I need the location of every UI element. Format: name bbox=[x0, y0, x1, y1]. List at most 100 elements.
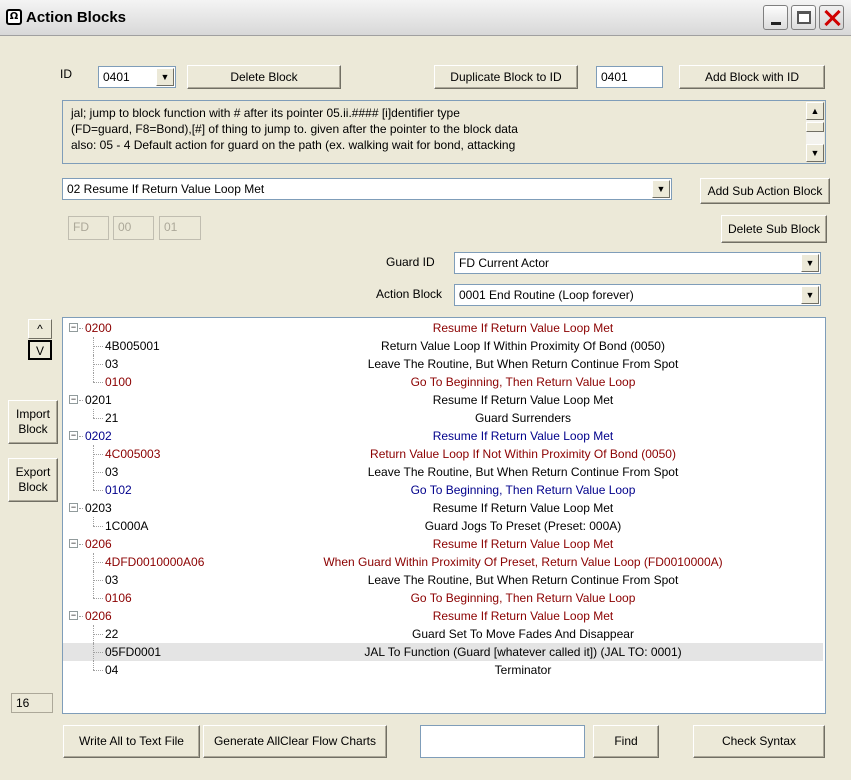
tree-sub-row[interactable]: 4C005003 Return Value Loop If Not Within … bbox=[63, 445, 823, 463]
id-select-value: 0401 bbox=[103, 70, 130, 84]
tree-sub-row[interactable]: 0100 Go To Beginning, Then Return Value L… bbox=[63, 373, 823, 391]
search-input[interactable] bbox=[420, 725, 585, 758]
tree-sub-row[interactable]: 21 Guard Surrenders bbox=[63, 409, 823, 427]
collapse-icon[interactable]: − bbox=[69, 431, 78, 440]
tree-connector bbox=[93, 382, 103, 383]
description-textarea[interactable]: jal; jump to block function with # after… bbox=[62, 100, 826, 164]
tree-code: 05FD0001 bbox=[105, 645, 162, 659]
tree-code: 1C000A bbox=[105, 519, 149, 533]
tree-sub-row[interactable]: 4B005001 Return Value Loop If Within Prox… bbox=[63, 337, 823, 355]
delete-sub-block-button[interactable]: Delete Sub Block bbox=[721, 215, 827, 243]
tree-description: Resume If Return Value Loop Met bbox=[432, 501, 614, 515]
tree-description: Resume If Return Value Loop Met bbox=[432, 537, 614, 551]
app-icon[interactable]: Ω bbox=[6, 9, 22, 25]
tree-block-row[interactable]: −0206 Resume If Return Value Loop Met bbox=[63, 607, 823, 625]
param-field-3[interactable]: 01 bbox=[159, 216, 201, 240]
tree-block-row[interactable]: −0203 Resume If Return Value Loop Met bbox=[63, 499, 823, 517]
id-select[interactable]: 0401 ▼ bbox=[98, 66, 176, 88]
tree-connector bbox=[79, 616, 83, 617]
tree-sub-row[interactable]: 0102 Go To Beginning, Then Return Value L… bbox=[63, 481, 823, 499]
block-count: 16 bbox=[11, 693, 53, 713]
tree-sub-row[interactable]: 22 Guard Set To Move Fades And Disappear bbox=[63, 625, 823, 643]
add-block-button[interactable]: Add Block with ID bbox=[679, 65, 825, 89]
tree-code: 0206 bbox=[85, 537, 112, 551]
sub-action-select-value: 02 Resume If Return Value Loop Met bbox=[67, 182, 265, 196]
tree-code: 0100 bbox=[105, 375, 132, 389]
scroll-thumb[interactable] bbox=[806, 122, 824, 132]
tree-description: Go To Beginning, Then Return Value Loop bbox=[410, 375, 636, 389]
write-all-button[interactable]: Write All to Text File bbox=[63, 725, 200, 758]
tree-description: Leave The Routine, But When Return Conti… bbox=[367, 573, 679, 587]
chevron-down-icon[interactable]: ▼ bbox=[652, 180, 670, 198]
chevron-down-icon[interactable]: ▼ bbox=[156, 68, 174, 86]
scroll-down-icon[interactable]: ▼ bbox=[806, 144, 824, 162]
tree-connector bbox=[93, 517, 94, 526]
delete-block-button[interactable]: Delete Block bbox=[187, 65, 341, 89]
action-block-label: Action Block bbox=[376, 287, 443, 301]
tree-connector bbox=[93, 409, 94, 418]
tree-code: 0106 bbox=[105, 591, 132, 605]
action-tree[interactable]: −0200 Resume If Return Value Loop Met 4B00… bbox=[62, 317, 826, 714]
tree-connector bbox=[93, 373, 94, 382]
tree-description: Resume If Return Value Loop Met bbox=[432, 429, 614, 443]
tree-sub-row[interactable]: 03 Leave The Routine, But When Return Con… bbox=[63, 463, 823, 481]
add-sub-action-button[interactable]: Add Sub Action Block bbox=[700, 178, 830, 204]
guard-id-label: Guard ID bbox=[386, 255, 435, 269]
guard-id-select[interactable]: FD Current Actor ▼ bbox=[454, 252, 821, 274]
collapse-icon[interactable]: − bbox=[69, 503, 78, 512]
minimize-button[interactable] bbox=[763, 5, 788, 30]
tree-block-row[interactable]: −0206 Resume If Return Value Loop Met bbox=[63, 535, 823, 553]
tree-description: Go To Beginning, Then Return Value Loop bbox=[410, 591, 636, 605]
collapse-icon[interactable]: − bbox=[69, 323, 78, 332]
param-field-1[interactable]: FD bbox=[68, 216, 109, 240]
generate-flow-charts-button[interactable]: Generate AllClear Flow Charts bbox=[203, 725, 387, 758]
chevron-down-icon[interactable]: ▼ bbox=[801, 254, 819, 272]
tree-sub-row[interactable]: 04 Terminator bbox=[63, 661, 823, 679]
tree-sub-row[interactable]: 03 Leave The Routine, But When Return Con… bbox=[63, 355, 823, 373]
tree-code: 0102 bbox=[105, 483, 132, 497]
tree-connector bbox=[93, 472, 103, 473]
sub-action-select[interactable]: 02 Resume If Return Value Loop Met ▼ bbox=[62, 178, 672, 200]
tree-connector bbox=[93, 580, 103, 581]
tree-code: 4B005001 bbox=[105, 339, 160, 353]
action-block-select[interactable]: 0001 End Routine (Loop forever) ▼ bbox=[454, 284, 821, 306]
scroll-up-icon[interactable]: ▲ bbox=[806, 102, 824, 120]
chevron-down-icon[interactable]: ▼ bbox=[801, 286, 819, 304]
tree-description: When Guard Within Proximity Of Preset, R… bbox=[323, 555, 723, 569]
tree-connector bbox=[79, 400, 83, 401]
move-down-button[interactable]: V bbox=[28, 340, 52, 360]
check-syntax-button[interactable]: Check Syntax bbox=[693, 725, 825, 758]
tree-sub-row[interactable]: 05FD0001 JAL To Function (Guard [whatever… bbox=[63, 643, 823, 661]
tree-sub-row[interactable]: 0106 Go To Beginning, Then Return Value L… bbox=[63, 589, 823, 607]
export-block-button[interactable]: Export Block bbox=[8, 458, 58, 502]
tree-sub-row[interactable]: 03 Leave The Routine, But When Return Con… bbox=[63, 571, 823, 589]
tree-connector bbox=[93, 634, 103, 635]
description-scrollbar[interactable]: ▲ ▼ bbox=[806, 102, 824, 162]
collapse-icon[interactable]: − bbox=[69, 539, 78, 548]
collapse-icon[interactable]: − bbox=[69, 611, 78, 620]
param-field-2[interactable]: 00 bbox=[113, 216, 154, 240]
import-line-2: Block bbox=[18, 422, 48, 436]
tree-description: Resume If Return Value Loop Met bbox=[432, 393, 614, 407]
tree-block-row[interactable]: −0200 Resume If Return Value Loop Met bbox=[63, 319, 823, 337]
find-button[interactable]: Find bbox=[593, 725, 659, 758]
tree-connector bbox=[79, 508, 83, 509]
tree-description: JAL To Function (Guard [whatever called … bbox=[364, 645, 682, 659]
tree-block-row[interactable]: −0201 Resume If Return Value Loop Met bbox=[63, 391, 823, 409]
maximize-button[interactable] bbox=[791, 5, 816, 30]
tree-code: 4DFD0010000A06 bbox=[105, 555, 205, 569]
tree-description: Terminator bbox=[494, 663, 552, 677]
tree-description: Resume If Return Value Loop Met bbox=[432, 609, 614, 623]
duplicate-block-button[interactable]: Duplicate Block to ID bbox=[434, 65, 578, 89]
tree-sub-row[interactable]: 4DFD0010000A06 When Guard Within Proximit… bbox=[63, 553, 823, 571]
tree-block-row[interactable]: −0202 Resume If Return Value Loop Met bbox=[63, 427, 823, 445]
id-label: ID bbox=[60, 67, 72, 81]
collapse-icon[interactable]: − bbox=[69, 395, 78, 404]
move-up-button[interactable]: ^ bbox=[28, 319, 52, 339]
close-button[interactable] bbox=[819, 5, 844, 30]
tree-sub-row[interactable]: 1C000A Guard Jogs To Preset (Preset: 000A… bbox=[63, 517, 823, 535]
import-block-button[interactable]: Import Block bbox=[8, 400, 58, 444]
tree-description: Guard Set To Move Fades And Disappear bbox=[412, 627, 634, 641]
tree-description: Go To Beginning, Then Return Value Loop bbox=[410, 483, 636, 497]
duplicate-id-field[interactable]: 0401 bbox=[596, 66, 663, 88]
